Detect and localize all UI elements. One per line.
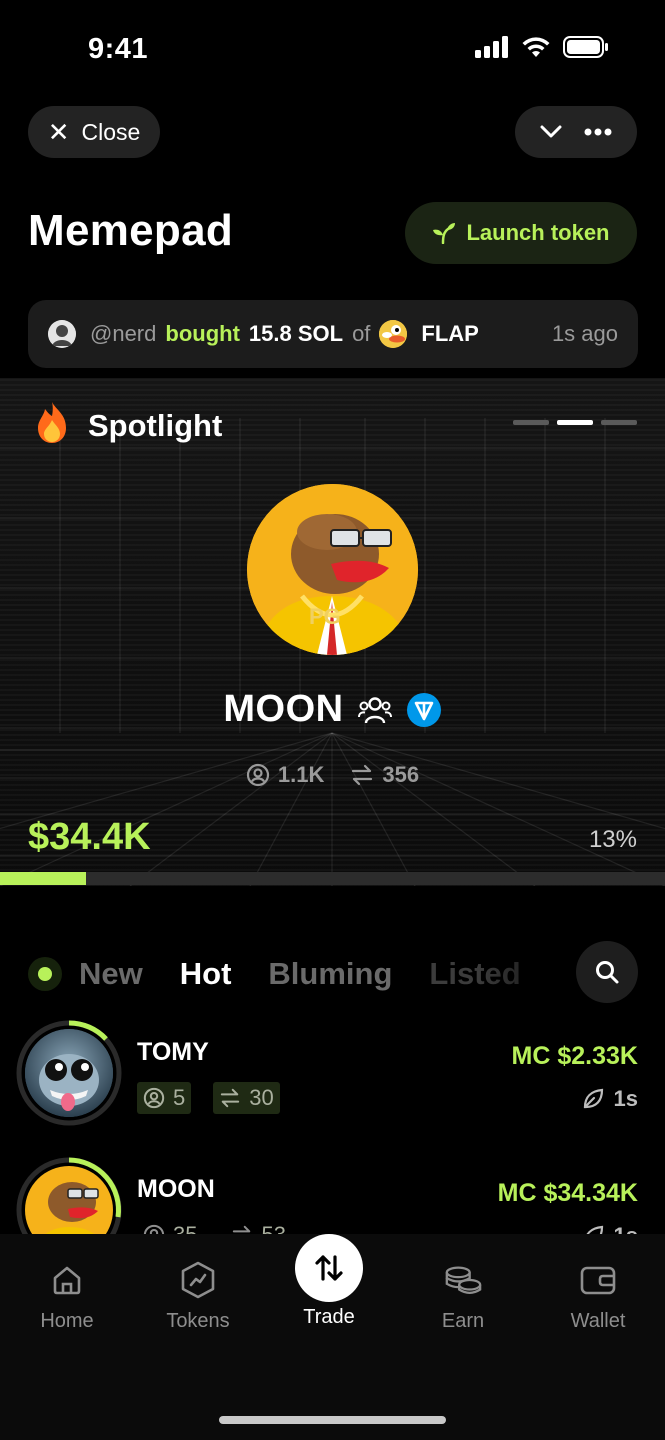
search-button[interactable] xyxy=(576,941,638,1003)
more-icon[interactable] xyxy=(584,128,612,136)
status-time: 9:41 xyxy=(88,33,149,65)
home-icon xyxy=(53,1266,81,1295)
token-stats: 5 30 xyxy=(137,1082,280,1114)
activity-ticker[interactable]: @nerd bought 15.8 SOL of FLAP 1s ago xyxy=(28,300,638,368)
holders-icon xyxy=(143,1087,165,1109)
nav-trade-label: Trade xyxy=(303,1306,355,1328)
holders-stat: 1.1K xyxy=(246,762,324,788)
token-avatar-with-progress xyxy=(16,1020,122,1126)
sprout-icon xyxy=(433,223,456,244)
launch-token-label: Launch token xyxy=(466,220,610,245)
fire-icon xyxy=(38,402,66,443)
ticker-of: of xyxy=(352,321,371,346)
close-icon: ✕ xyxy=(47,116,70,147)
spotlight-stats: 1.1K 356 xyxy=(0,762,665,788)
ton-network-icon xyxy=(406,692,441,727)
spotlight-token-row: MOON xyxy=(0,688,665,731)
user-avatar xyxy=(48,320,76,348)
nav-tokens[interactable]: Tokens xyxy=(143,1260,253,1333)
spotlight-market-cap: $34.4K xyxy=(28,816,151,858)
bonding-progress-fill xyxy=(0,872,87,885)
mini-app-menu xyxy=(515,106,637,158)
token-age-value: 1s xyxy=(613,1086,638,1111)
nav-earn[interactable]: Earn xyxy=(408,1260,518,1333)
nav-wallet-label: Wallet xyxy=(570,1310,626,1332)
wifi-icon xyxy=(522,37,550,57)
trades-icon xyxy=(352,764,373,786)
trades-count: 30 xyxy=(249,1085,274,1110)
ticker-token: FLAP xyxy=(421,321,479,346)
holders-icon xyxy=(246,763,269,787)
community-icon xyxy=(357,696,392,723)
coins-icon xyxy=(445,1266,482,1294)
spotlight-token-name: MOON xyxy=(223,688,344,730)
nav-wallet[interactable]: Wallet xyxy=(543,1260,653,1333)
token-name: TOMY xyxy=(137,1038,209,1066)
token-avatar[interactable]: PG xyxy=(247,484,418,655)
page-title: Memepad xyxy=(28,206,234,255)
nav-tokens-label: Tokens xyxy=(166,1310,230,1332)
tabs-fade-overlay xyxy=(478,944,588,1004)
token-age: 1s xyxy=(582,1086,638,1112)
leaf-icon xyxy=(583,1088,603,1109)
tokens-icon xyxy=(181,1261,215,1299)
chevron-down-icon[interactable] xyxy=(540,125,562,139)
signal-icon xyxy=(475,36,508,58)
tab-new[interactable]: New xyxy=(79,956,143,992)
ticker-amount: 15.8 SOL xyxy=(248,321,344,346)
tab-bluming[interactable]: Bluming xyxy=(268,956,392,992)
filter-tabs: New Hot Bluming Listed xyxy=(28,941,638,1004)
nav-trade-button[interactable] xyxy=(295,1234,363,1302)
close-button[interactable]: ✕ Close xyxy=(28,106,160,158)
trades-count: 356 xyxy=(382,762,420,787)
spotlight-card[interactable]: Spotlight PG MOON 1.1K 356 $34.4K 13% xyxy=(0,378,665,886)
flap-token-icon xyxy=(379,320,408,348)
nav-home[interactable]: Home xyxy=(12,1260,122,1333)
holders-chip: 5 xyxy=(137,1082,192,1114)
token-market-cap: MC $2.33K xyxy=(511,1042,638,1070)
wallet-icon xyxy=(580,1266,616,1295)
nav-earn-label: Earn xyxy=(441,1310,485,1332)
svg-text:PG: PG xyxy=(309,604,341,629)
token-name: MOON xyxy=(137,1175,215,1203)
holders-count: 1.1K xyxy=(277,762,325,787)
live-indicator xyxy=(28,957,62,991)
close-label: Close xyxy=(81,118,141,145)
trades-stat: 356 xyxy=(350,762,419,788)
bonding-progress-bar xyxy=(0,872,665,885)
pager-dot[interactable] xyxy=(513,420,549,425)
spotlight-pager[interactable] xyxy=(513,420,637,425)
battery-icon xyxy=(563,36,608,58)
search-icon xyxy=(596,961,619,984)
ticker-action: bought xyxy=(165,321,240,346)
trades-chip: 30 xyxy=(213,1082,280,1114)
tab-hot[interactable]: Hot xyxy=(180,956,232,992)
ticker-time: 1s ago xyxy=(551,321,618,346)
spotlight-title: Spotlight xyxy=(88,408,223,443)
status-icons xyxy=(475,36,609,58)
launch-token-button[interactable]: Launch token xyxy=(405,202,637,264)
token-market-cap: MC $34.34K xyxy=(497,1179,638,1207)
swap-vertical-icon xyxy=(315,1255,343,1281)
holders-count: 5 xyxy=(173,1085,186,1110)
bottom-nav: Home Tokens Trade Earn Wallet xyxy=(0,1234,665,1440)
trades-icon xyxy=(221,1088,240,1108)
token-list-item[interactable]: TOMY 5 30 MC $2.33K 1s xyxy=(16,1020,638,1130)
pager-dot-active[interactable] xyxy=(557,420,593,425)
spotlight-progress-percent: 13% xyxy=(588,826,637,853)
nav-home-label: Home xyxy=(40,1310,94,1332)
home-indicator[interactable] xyxy=(219,1416,446,1424)
status-bar: 9:41 xyxy=(0,0,665,100)
ticker-user: @nerd xyxy=(90,321,157,346)
pager-dot[interactable] xyxy=(601,420,637,425)
